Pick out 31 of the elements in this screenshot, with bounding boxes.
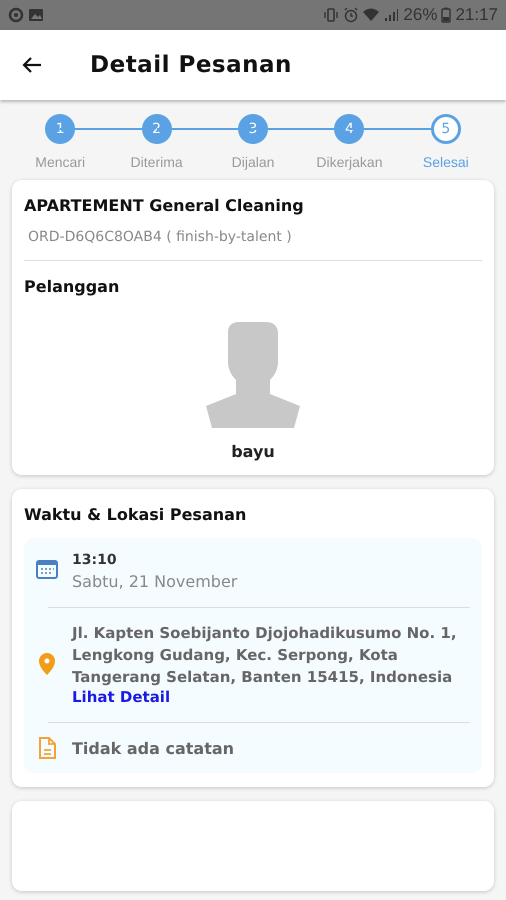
document-icon bbox=[36, 737, 58, 759]
order-date: Sabtu, 21 November bbox=[72, 572, 238, 591]
page-title: Detail Pesanan bbox=[90, 52, 292, 78]
location-pin-icon bbox=[39, 653, 55, 675]
service-name: APARTEMENT General Cleaning bbox=[24, 196, 305, 215]
step-label: Mencari bbox=[35, 154, 86, 170]
step-circle: 5 bbox=[430, 114, 461, 144]
order-code: ORD-D6Q6C8OAB4 ( finish-by-talent ) bbox=[27, 229, 293, 245]
battery-icon bbox=[441, 7, 452, 23]
customer-name: bayu bbox=[230, 442, 276, 461]
calendar-icon bbox=[36, 558, 58, 580]
step-label: Dijalan bbox=[232, 154, 274, 170]
signal-icon bbox=[383, 7, 400, 23]
section-heading: Waktu & Lokasi Pesanan bbox=[24, 505, 248, 524]
view-detail-link[interactable]: Lihat Detail bbox=[72, 688, 470, 706]
vibrate-icon bbox=[323, 7, 340, 23]
step-label: Selesai bbox=[422, 154, 469, 170]
alarm-icon bbox=[343, 7, 360, 23]
avatar-silhouette-icon bbox=[206, 322, 300, 428]
image-icon bbox=[28, 7, 44, 23]
step-label: Dikerjakan bbox=[316, 154, 382, 170]
notification-icon bbox=[8, 7, 24, 23]
address-text: Jl. Kapten Soebijanto Djojohadikusumo No. 1, Lengkong Gudang, Kec. Serpong, Kota Tangerang Selatan, Banten 15415, Indonesia bbox=[72, 623, 458, 688]
section-heading: Pelanggan bbox=[24, 277, 120, 296]
note-text: Tidak ada catatan bbox=[72, 738, 234, 758]
battery-percentage: 26% bbox=[403, 5, 438, 25]
order-time: 13:10 bbox=[72, 552, 118, 568]
step-circle: 2 bbox=[142, 114, 172, 144]
clock-time: 21:17 bbox=[455, 5, 498, 25]
wifi-icon bbox=[363, 7, 380, 23]
step-label: Diterima bbox=[130, 154, 183, 170]
